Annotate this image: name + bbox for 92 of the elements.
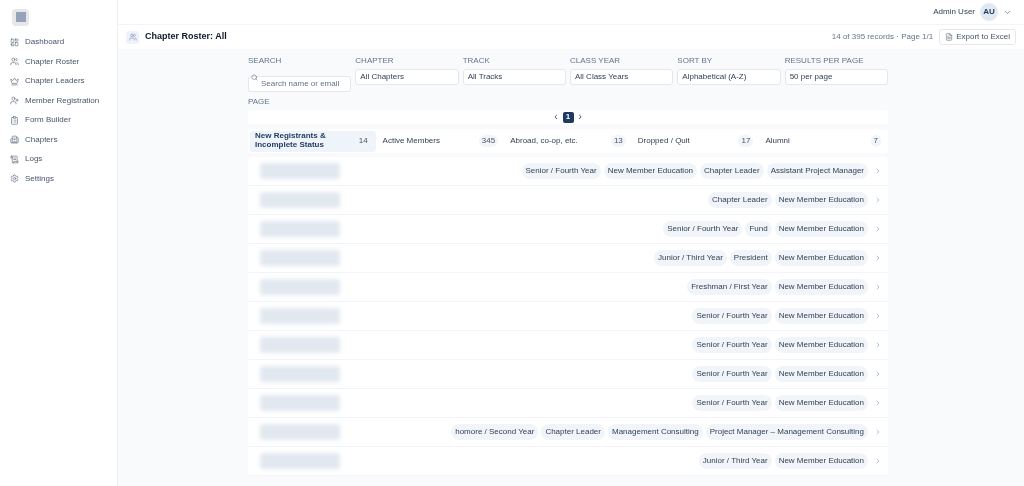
filter-label: CLASS YEAR bbox=[570, 55, 622, 67]
tag: New Member Education bbox=[603, 163, 698, 179]
export-button[interactable]: Export to Excel bbox=[939, 29, 1016, 45]
scroll-icon bbox=[10, 154, 19, 164]
chevron-right-icon[interactable] bbox=[874, 312, 882, 320]
tag: New Member Education bbox=[774, 395, 868, 411]
sidebar-item[interactable]: Dashboard bbox=[10, 35, 117, 50]
tag: Assistant Project Manager bbox=[766, 163, 868, 179]
tag: New Member Education bbox=[774, 250, 868, 266]
tag: New Member Education bbox=[774, 337, 868, 353]
tag: Junior / Third Year bbox=[654, 250, 727, 266]
member-row[interactable]: Senior / Fourth Year New Member Education bbox=[248, 331, 888, 360]
sidebar-item[interactable]: Settings bbox=[10, 171, 117, 186]
chevron-right-icon[interactable] bbox=[874, 225, 882, 233]
tag: Chapter Leader bbox=[700, 163, 764, 179]
select-field[interactable]: All Tracks bbox=[462, 69, 566, 85]
chevron-right-icon[interactable] bbox=[874, 428, 882, 436]
select-field[interactable]: All Chapters bbox=[355, 69, 459, 85]
tag: Junior / Third Year bbox=[698, 453, 772, 469]
member-row[interactable]: Senior / Fourth Year New Member Education bbox=[248, 389, 888, 418]
member-row[interactable]: Chapter Leader New Member Education bbox=[248, 186, 888, 215]
filter-label: SORT BY bbox=[677, 55, 714, 67]
document-icon bbox=[945, 33, 954, 41]
crown-icon bbox=[10, 76, 19, 86]
tag: homore / Second Year bbox=[451, 424, 539, 440]
users-icon bbox=[126, 30, 139, 44]
tag: Fund bbox=[745, 221, 772, 237]
settings-icon bbox=[10, 174, 19, 184]
tag: New Member Education bbox=[774, 221, 868, 237]
tag: New Member Education bbox=[774, 308, 868, 324]
chevron-right-icon[interactable] bbox=[874, 457, 882, 465]
tag: Senior / Fourth Year bbox=[692, 366, 772, 382]
tag: Senior / Fourth Year bbox=[692, 395, 772, 411]
tag: New Member Education bbox=[774, 192, 868, 208]
building-icon bbox=[10, 135, 19, 145]
page-button[interactable]: 1 bbox=[562, 111, 574, 123]
user-plus-icon bbox=[10, 96, 19, 106]
sidebar-item[interactable]: Chapters bbox=[10, 132, 117, 147]
tag: New Member Education bbox=[774, 453, 868, 469]
member-row[interactable]: Freshman / First Year New Member Education bbox=[248, 273, 888, 302]
filter-label: CHAPTER bbox=[355, 55, 395, 67]
tag: Chapter Leader bbox=[541, 424, 605, 440]
member-row[interactable]: Senior / Fourth Year Fund New Member Education bbox=[248, 215, 888, 244]
sidebar-item[interactable]: Form Builder bbox=[10, 113, 117, 128]
filter-label: SEARCH bbox=[248, 55, 283, 67]
sidebar-item[interactable]: Member Registration bbox=[10, 93, 117, 108]
chevron-right-icon[interactable] bbox=[874, 254, 882, 262]
previous-page-button[interactable]: ‹ bbox=[554, 112, 558, 122]
chevron-right-icon[interactable] bbox=[874, 196, 882, 204]
status-tab[interactable]: New Registrants & Incomplete Status 14 bbox=[250, 130, 376, 152]
chevron-right-icon[interactable] bbox=[874, 399, 882, 407]
filter-label: PAGE bbox=[248, 96, 271, 108]
member-row[interactable]: homore / Second Year Chapter Leader Management Consulting Project Manager – Management Consulting bbox=[248, 418, 888, 447]
tag: New Member Education bbox=[774, 279, 868, 295]
dashboard-icon bbox=[10, 37, 19, 47]
tag: Senior / Fourth Year bbox=[521, 163, 601, 179]
tag: New Member Education bbox=[774, 366, 868, 382]
user-name: Admin User bbox=[933, 6, 975, 18]
chevron-right-icon[interactable] bbox=[874, 167, 882, 175]
tag: Management Consulting bbox=[607, 424, 703, 440]
member-row[interactable]: Junior / Third Year New Member Education bbox=[248, 447, 888, 476]
tag: Senior / Fourth Year bbox=[663, 221, 743, 237]
select-field[interactable]: Alphabetical (A-Z) bbox=[677, 69, 781, 85]
search-icon bbox=[251, 73, 258, 81]
sidebar-item[interactable]: Logs bbox=[10, 152, 117, 167]
tag: Chapter Leader bbox=[708, 192, 772, 208]
users-icon bbox=[10, 57, 19, 67]
user-avatar[interactable]: AU bbox=[980, 3, 998, 21]
sidebar-item[interactable]: Chapter Roster bbox=[10, 54, 117, 69]
chevron-right-icon[interactable] bbox=[874, 283, 882, 291]
chevron-right-icon[interactable] bbox=[874, 341, 882, 349]
tag: Project Manager – Management Consulting bbox=[705, 424, 868, 440]
select-field[interactable]: 50 per page bbox=[784, 69, 888, 85]
member-row[interactable]: Senior / Fourth Year New Member Education Chapter Leader Assistant Project Manager bbox=[248, 157, 888, 186]
member-row[interactable]: Senior / Fourth Year New Member Education bbox=[248, 302, 888, 331]
member-row[interactable]: Junior / Third Year President New Member Education bbox=[248, 244, 888, 273]
chevron-right-icon[interactable] bbox=[874, 370, 882, 378]
filter-label: TRACK bbox=[462, 55, 491, 67]
search-field[interactable]: Search name or email bbox=[248, 75, 352, 92]
records-summary: 14 of 395 records · Page 1/1 bbox=[831, 31, 934, 43]
tag: President bbox=[729, 250, 772, 266]
tag: Senior / Fourth Year bbox=[692, 308, 772, 324]
next-page-button[interactable]: › bbox=[578, 112, 582, 122]
select-field[interactable]: All Class Years bbox=[570, 69, 674, 85]
logo-icon bbox=[12, 8, 29, 26]
tag: Senior / Fourth Year bbox=[692, 337, 772, 353]
tag: Freshman / First Year bbox=[687, 279, 772, 295]
filter-label: RESULTS PER PAGE bbox=[784, 55, 865, 67]
member-row[interactable]: Senior / Fourth Year New Member Education bbox=[248, 360, 888, 389]
clipboard-icon bbox=[10, 115, 19, 125]
sidebar-item[interactable]: Chapter Leaders bbox=[10, 74, 117, 89]
page-title: Chapter Roster: All bbox=[145, 30, 227, 44]
